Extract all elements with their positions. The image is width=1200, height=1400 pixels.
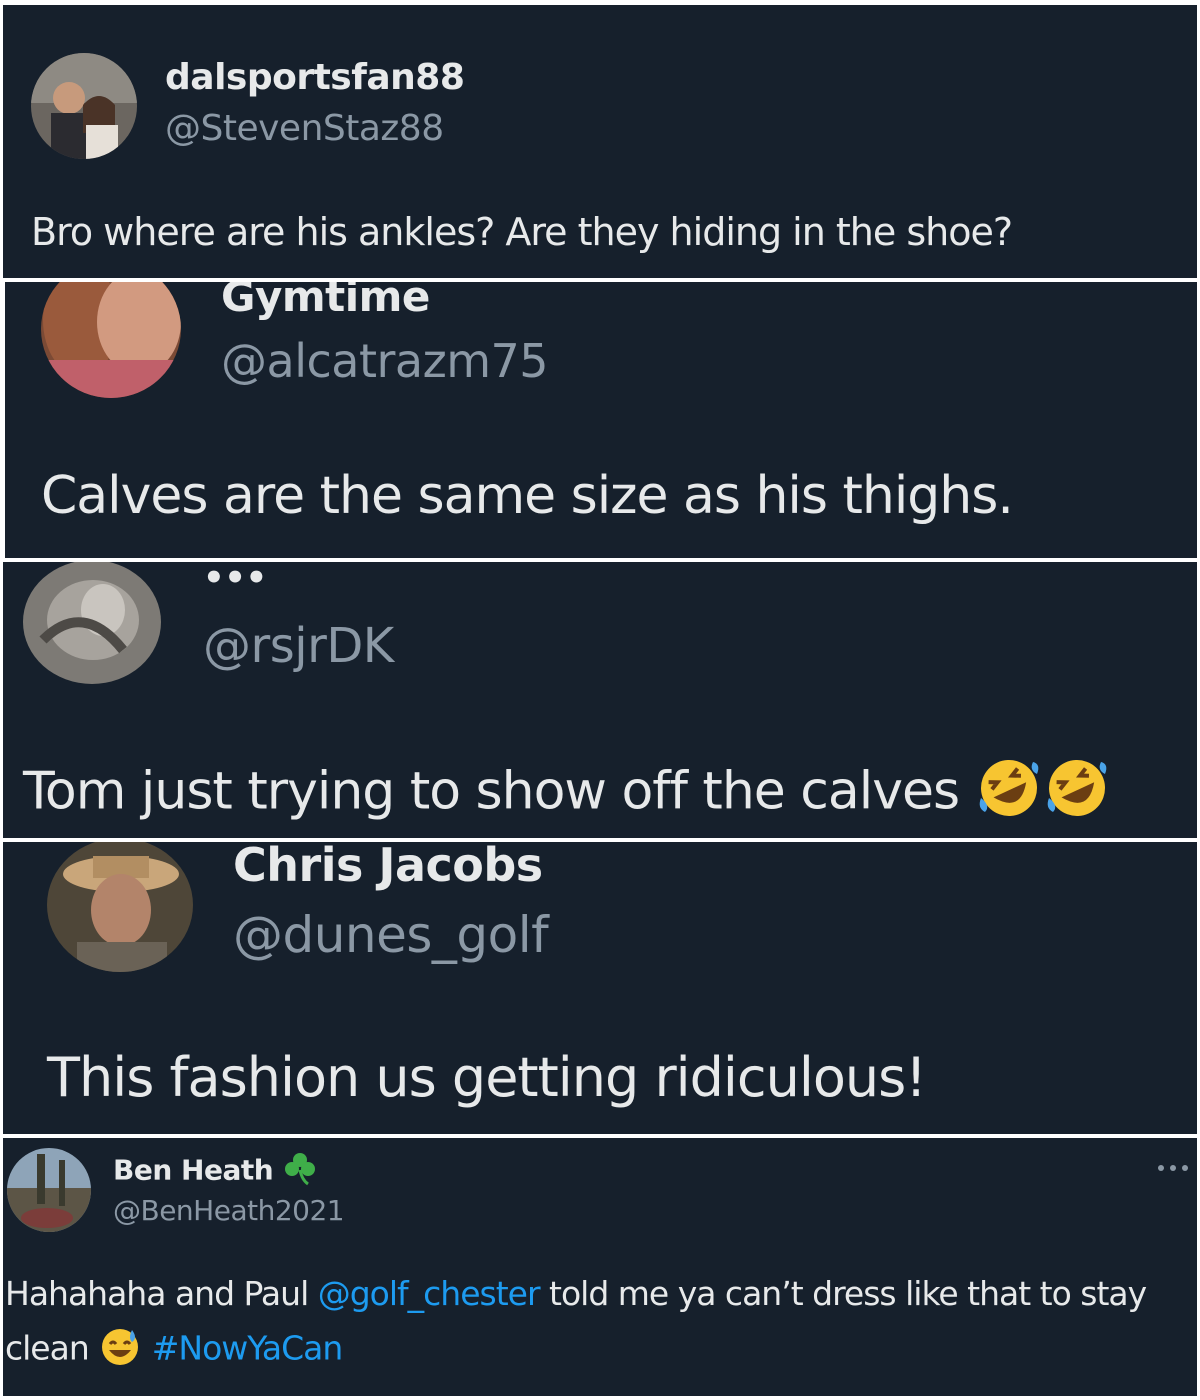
display-name[interactable]: dalsportsfan88 <box>165 57 465 98</box>
user-handle[interactable]: @BenHeath2021 <box>113 1194 345 1227</box>
tweet-card: ••• @rsjrDK Tom just trying to show off … <box>3 562 1197 838</box>
tweet-text-row: Tom just trying to show off the calves <box>23 754 1111 835</box>
user-handle[interactable]: @alcatrazm75 <box>221 334 549 388</box>
user-handle[interactable]: @rsjrDK <box>203 618 394 674</box>
user-handle[interactable]: @StevenStaz88 <box>165 108 444 149</box>
display-name-row: Ben Heath <box>113 1150 318 1193</box>
display-name[interactable]: Chris Jacobs <box>233 842 543 892</box>
display-name[interactable]: Gymtime <box>221 282 430 321</box>
tweet-text-line-2: clean #NowYaCan <box>5 1324 344 1376</box>
rolling-on-floor-laughing-icon <box>1043 754 1111 835</box>
shamrock-icon <box>282 1150 318 1193</box>
tweet-text: Hahahaha and Paul <box>5 1274 318 1313</box>
mention-link[interactable]: @golf_chester <box>318 1274 541 1313</box>
tweet-text: told me ya can’t dress like that to stay <box>539 1274 1147 1313</box>
tweet-card: dalsportsfan88 @StevenStaz88 Bro where a… <box>3 5 1197 278</box>
tweet-card: Ben Heath @BenHeath2021 Hahahaha and Pau… <box>3 1138 1197 1396</box>
tweet-text: clean <box>5 1328 90 1368</box>
tweet-text: This fashion us getting ridiculous! <box>47 1046 927 1109</box>
tweet-text-line-1: Hahahaha and Paul @golf_chester told me … <box>5 1274 1147 1313</box>
tweet-card: Chris Jacobs @dunes_golf This fashion us… <box>3 842 1197 1134</box>
tweet-text: Calves are the same size as his thighs. <box>41 466 1014 526</box>
display-name[interactable]: Ben Heath <box>113 1154 274 1187</box>
grinning-sweat-icon <box>98 1324 142 1376</box>
avatar[interactable] <box>23 562 161 684</box>
user-handle[interactable]: @dunes_golf <box>233 906 549 964</box>
rolling-on-floor-laughing-icon <box>975 754 1043 835</box>
display-name[interactable]: ••• <box>203 562 267 598</box>
tweet-card: Gymtime @alcatrazm75 Calves are the same… <box>5 282 1197 558</box>
tweet-text: Tom just trying to show off the calves <box>23 761 960 822</box>
avatar[interactable] <box>31 53 137 159</box>
hashtag-link[interactable]: #NowYaCan <box>152 1329 344 1368</box>
avatar[interactable] <box>47 842 193 972</box>
avatar[interactable] <box>41 282 181 398</box>
more-icon[interactable] <box>1155 1160 1191 1174</box>
tweet-text: Bro where are his ankles? Are they hidin… <box>31 210 1013 254</box>
avatar[interactable] <box>7 1148 91 1232</box>
